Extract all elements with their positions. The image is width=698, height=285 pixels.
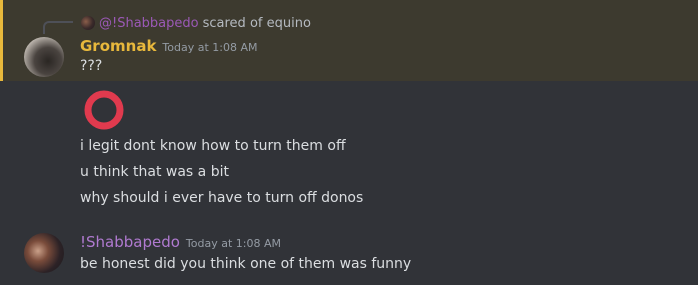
message-text: be honest did you think one of them was … [80,256,412,272]
timestamp[interactable]: Today at 1:08 AM [162,41,257,54]
message-text: why should i ever have to turn off donos [80,190,364,206]
avatar-gromnak[interactable] [24,37,64,77]
reply-text[interactable]: scared of equino [203,16,311,31]
message-text: u think that was a bit [80,164,229,180]
message-text: ??? [80,58,103,74]
reply-avatar[interactable] [81,16,95,30]
reply-preview[interactable]: @!Shabbapedo scared of equino [81,15,311,31]
username-shabbapedo[interactable]: !Shabbapedo [80,233,180,251]
mention-highlight-bar [0,0,3,81]
reply-spine [43,21,73,34]
message-header: Gromnak Today at 1:08 AM [80,37,258,55]
timestamp[interactable]: Today at 1:08 AM [186,237,281,250]
reply-username[interactable]: @!Shabbapedo [99,16,199,31]
message-text: i legit dont know how to turn them off [80,138,346,154]
avatar-shabbapedo[interactable] [24,233,64,273]
message-header: !Shabbapedo Today at 1:08 AM [80,233,281,251]
red-ring-icon[interactable] [82,88,126,132]
username-gromnak[interactable]: Gromnak [80,37,156,55]
